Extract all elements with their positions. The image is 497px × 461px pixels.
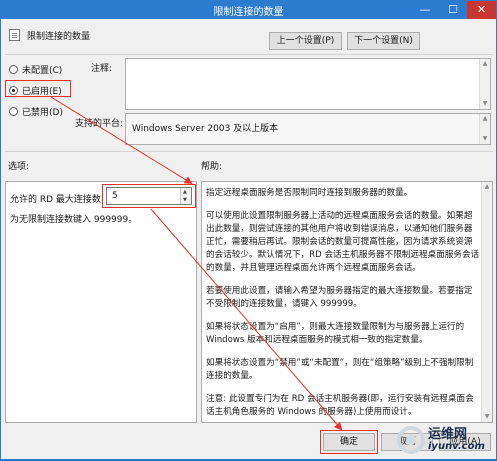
arrow-to-option <box>50 96 193 185</box>
watermark-line1: 运维网 <box>428 427 468 442</box>
watermark-logo: 运维网 iyunv.com <box>394 419 497 461</box>
arrow-to-ok <box>150 208 343 431</box>
policy-dialog: 限制连接的数量 — ☐ ✕ 限制连接的数量 上一个设置(P) 下一个设置(N) … <box>0 0 497 460</box>
watermark-logo-icon <box>397 426 425 454</box>
annotation-arrows <box>50 96 343 431</box>
watermark-line2: iyunv.com <box>428 441 485 452</box>
